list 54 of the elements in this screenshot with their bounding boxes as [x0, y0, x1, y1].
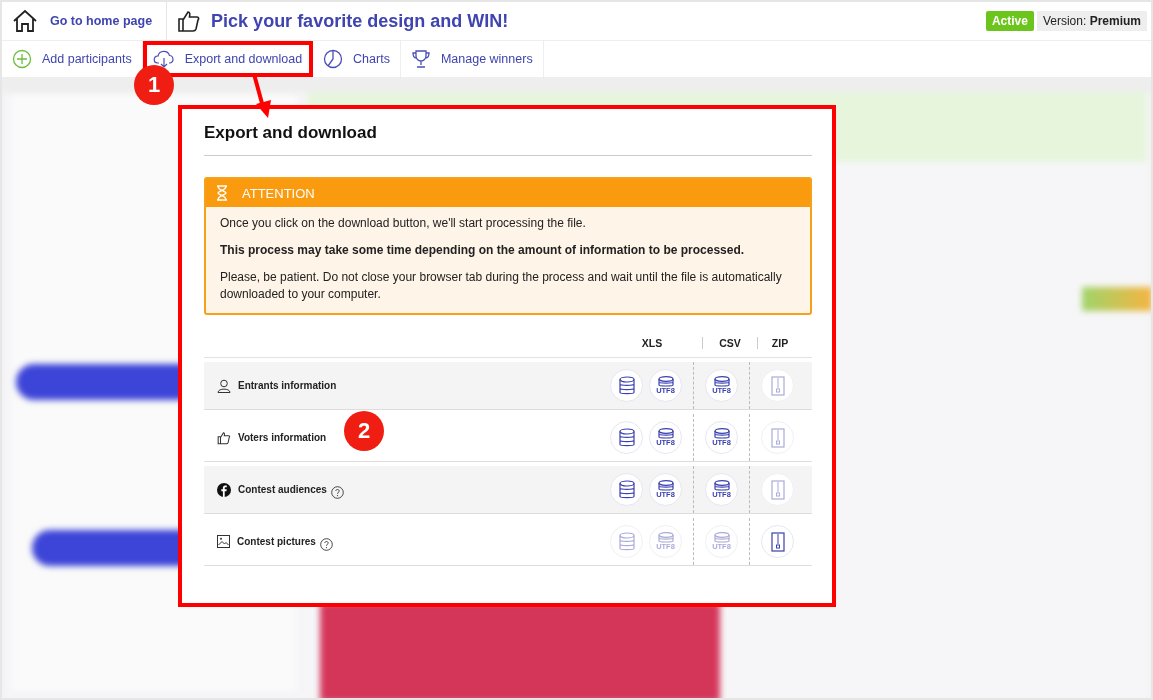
- database-icon: [618, 479, 635, 500]
- download-button[interactable]: [610, 369, 643, 402]
- step-number-badge: 1: [134, 65, 174, 105]
- trophy-icon: [410, 49, 431, 69]
- row-label: Voters information: [238, 432, 327, 443]
- database-icon: [618, 531, 635, 552]
- pie-chart-icon: [323, 49, 344, 69]
- person-icon: [217, 378, 231, 393]
- help-icon[interactable]: [330, 486, 344, 499]
- row-label: Contest audiences: [238, 484, 327, 495]
- dialog-title: Export and download: [204, 123, 812, 156]
- house-icon: [12, 9, 38, 33]
- database-icon: [657, 428, 674, 439]
- version-label: Version: Premium: [1036, 11, 1147, 31]
- zip-file-icon: [770, 531, 785, 552]
- database-icon: [618, 427, 635, 448]
- status-badge: Active: [985, 11, 1034, 31]
- zip-file-icon: [770, 479, 785, 500]
- database-icon: [713, 376, 730, 387]
- row-label: Contest pictures: [237, 536, 316, 547]
- attention-heading: ATTENTION: [242, 185, 315, 201]
- home-link[interactable]: Go to home page: [2, 2, 168, 40]
- column-header: ZIP: [770, 337, 790, 349]
- zip-file-icon: [770, 427, 785, 448]
- database-icon: [657, 532, 674, 543]
- database-icon: [713, 532, 730, 543]
- attention-text: Once you click on the download button, we'll start processing the file.: [220, 215, 587, 232]
- download-button[interactable]: [761, 525, 794, 558]
- thumbs-up-icon: [217, 430, 231, 445]
- help-icon[interactable]: [319, 538, 333, 551]
- thumbs-up-icon: [177, 9, 202, 33]
- attention-text: This process may take some time depending on the amount of information to be processed.: [220, 242, 746, 259]
- image-icon: [217, 535, 230, 548]
- database-icon: [713, 428, 730, 439]
- step-number-badge: 2: [344, 410, 384, 451]
- database-icon: [618, 375, 635, 396]
- contest-title: Pick your favorite design and WIN!: [211, 10, 509, 32]
- highlighted-toolbar-tab[interactable]: Export and download: [142, 41, 314, 77]
- attention-text: Please, be patient. Do not close your browser tab during the process and wait until the file is automatically downloaded to your computer.: [220, 269, 783, 303]
- toolbar-tab[interactable]: Charts: [313, 41, 401, 77]
- database-icon: [657, 376, 674, 387]
- zip-file-icon: [770, 375, 785, 396]
- download-button[interactable]: [610, 421, 643, 454]
- hourglass-icon: [216, 185, 228, 201]
- plus-icon: [12, 49, 32, 69]
- row-label: Entrants information: [238, 380, 337, 391]
- database-icon: [713, 480, 730, 491]
- database-icon: [657, 480, 674, 491]
- column-header: CSV: [703, 337, 758, 349]
- cloud-download-icon: [152, 50, 175, 68]
- toolbar-tab[interactable]: Manage winners: [400, 41, 544, 77]
- facebook-icon: [217, 482, 231, 497]
- column-header: XLS: [602, 337, 703, 349]
- download-button[interactable]: [610, 473, 643, 506]
